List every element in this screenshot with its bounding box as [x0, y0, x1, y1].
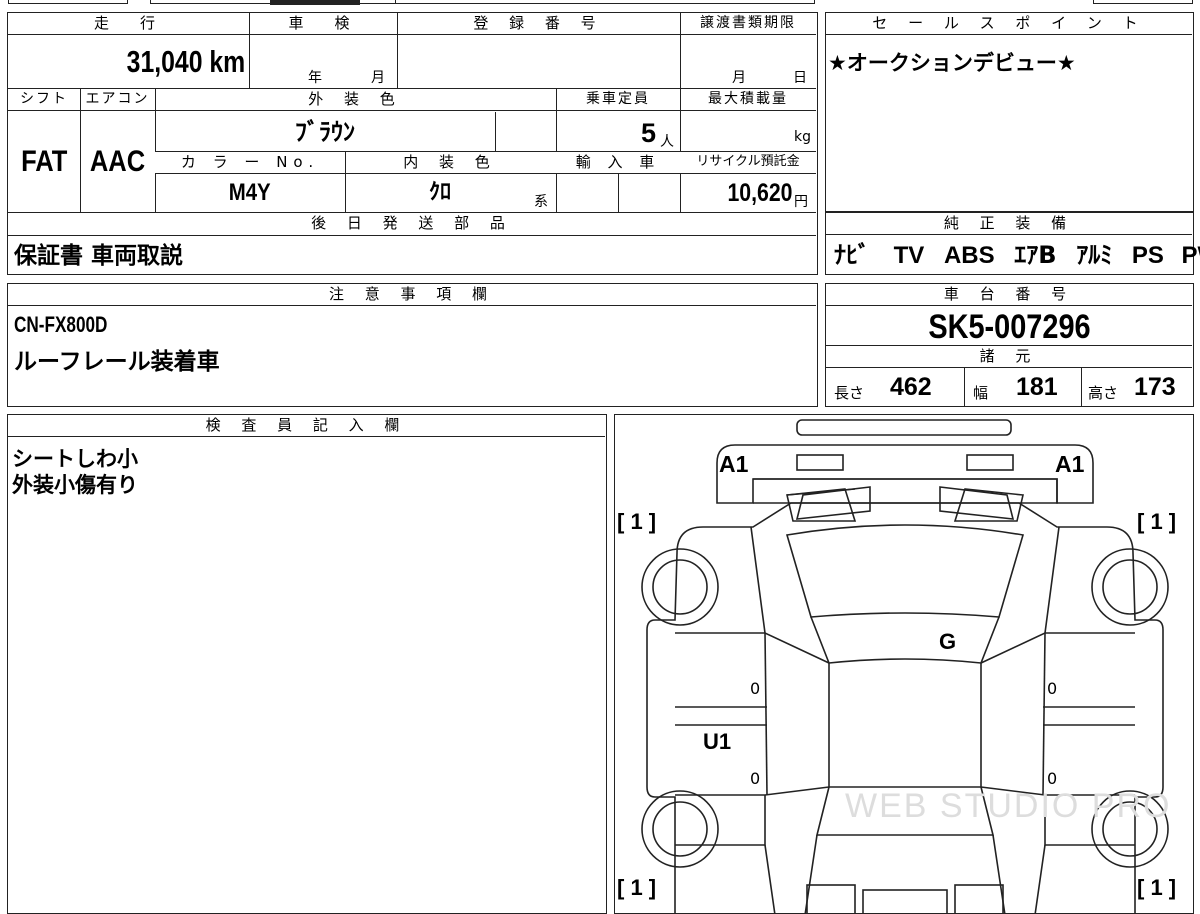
- panel-zero-mark: 0: [750, 679, 760, 698]
- shift-value: FAT: [8, 113, 80, 211]
- glass-mark: G: [939, 629, 956, 655]
- panel-zero-mark: 0: [1047, 769, 1057, 788]
- interior-color-suffix: 系: [534, 191, 548, 211]
- inspection-month-unit: 月: [371, 67, 385, 87]
- interior-color-value: ｸﾛ: [345, 175, 535, 211]
- height-value: 173: [1134, 373, 1176, 402]
- shift-header: シフト: [8, 89, 80, 111]
- inspection-header: 車 検: [249, 13, 397, 35]
- interior-color-header: 内 装 色: [345, 152, 556, 174]
- front-left-mark: A1: [719, 451, 748, 478]
- transfer-month-unit: 月: [732, 67, 746, 87]
- transfer-day-unit: 日: [793, 67, 807, 87]
- watermark: WEB STUDIO PRO: [845, 787, 1171, 826]
- exterior-color-header: 外 装 色: [155, 89, 556, 111]
- color-no-value: M4Y: [155, 175, 345, 211]
- length-value: 462: [890, 373, 932, 402]
- equipment-item: ﾅﾋﾞ: [834, 241, 870, 269]
- width-label: 幅: [973, 382, 988, 403]
- notes-line2: ルーフレール装着車: [14, 342, 220, 376]
- equipment-item: ABS: [944, 242, 995, 269]
- chassis-box: 車 台 番 号 SK5-007296 諸 元 長さ 462 幅 181 高さ 1…: [825, 283, 1194, 407]
- top-strip: [0, 0, 1200, 8]
- length-label: 長さ: [834, 382, 864, 403]
- panel-zero-mark: 0: [750, 769, 760, 788]
- left-door-mark: U1: [703, 729, 731, 755]
- sales-point-box: セ ー ル ス ポ イ ン ト ★オークションデビュー★: [825, 12, 1194, 212]
- mileage-header: 走 行: [8, 13, 249, 35]
- width-value: 181: [1016, 373, 1058, 402]
- max-load-unit: kg: [794, 129, 811, 145]
- tire-rear-right-mark: [ 1 ]: [1137, 875, 1176, 901]
- height-label: 高さ: [1088, 382, 1118, 403]
- capacity-unit: 人: [660, 131, 674, 151]
- sales-point-header: セ ー ル ス ポ イ ン ト: [826, 13, 1192, 35]
- import-header: 輸 入 車: [556, 152, 680, 174]
- notes-line1: CN-FX800D: [14, 312, 134, 338]
- tire-front-right-mark: [ 1 ]: [1137, 509, 1176, 535]
- tire-rear-left-mark: [ 1 ]: [617, 875, 656, 901]
- dimensions-header: 諸 元: [826, 346, 1192, 368]
- car-outline-diagram: [615, 415, 1194, 914]
- inspector-box: 検 査 員 記 入 欄 シートしわ小 外装小傷有り: [7, 414, 607, 914]
- color-no-header: カ ラ ー No.: [155, 152, 345, 174]
- later-parts-value: 保証書 車両取説: [14, 239, 183, 273]
- notes-header: 注 意 事 項 欄: [8, 284, 816, 306]
- transfer-deadline-header: 譲渡書類期限: [680, 13, 816, 35]
- equipment-item: TV: [894, 242, 925, 269]
- recycle-value: 10,620: [680, 175, 792, 211]
- equipment-box: 純 正 装 備 ﾅﾋﾞ TV ABS ｴｱB ｱﾙﾐ PS PW: [825, 212, 1194, 275]
- capacity-header: 乗車定員: [556, 89, 680, 111]
- recycle-unit: 円: [794, 191, 808, 211]
- registration-header: 登 録 番 号: [397, 13, 680, 35]
- spec-table: 走 行 車 検 登 録 番 号 譲渡書類期限 31,040 km 年 月 月 日…: [7, 12, 818, 275]
- equipment-item: PW: [1182, 242, 1200, 269]
- sales-point-value: ★オークションデビュー★: [828, 47, 1076, 77]
- capacity-value: 5: [556, 113, 656, 151]
- inspector-header: 検 査 員 記 入 欄: [8, 415, 605, 437]
- vehicle-diagram: A1 A1 G U1 [ 1 ] [ 1 ] [ 1 ] [ 1 ] 0 0 0…: [614, 414, 1194, 914]
- equipment-item: PS: [1132, 242, 1164, 269]
- mileage-value: 31,040 km: [8, 37, 249, 87]
- chassis-number: SK5-007296: [826, 307, 1192, 345]
- ac-header: エアコン: [80, 89, 155, 111]
- exterior-color-value: ﾌﾞﾗｳﾝ: [155, 113, 495, 151]
- equipment-item: ｴｱB: [1014, 241, 1056, 269]
- equipment-header: 純 正 装 備: [826, 213, 1192, 235]
- equipment-item: ｱﾙﾐ: [1076, 241, 1112, 269]
- max-load-header: 最大積載量: [680, 89, 816, 111]
- chassis-header: 車 台 番 号: [826, 284, 1192, 306]
- tire-front-left-mark: [ 1 ]: [617, 509, 656, 535]
- inspector-line2: 外装小傷有り: [12, 469, 138, 499]
- equipment-list: ﾅﾋﾞ TV ABS ｴｱB ｱﾙﾐ PS PW: [834, 237, 1194, 273]
- ac-value: AAC: [80, 113, 155, 211]
- inspection-year-unit: 年: [308, 67, 322, 87]
- panel-zero-mark: 0: [1047, 679, 1057, 698]
- notes-box: 注 意 事 項 欄 CN-FX800D ルーフレール装着車: [7, 283, 818, 407]
- front-right-mark: A1: [1055, 451, 1084, 478]
- later-parts-header: 後 日 発 送 部 品: [8, 213, 816, 236]
- recycle-header: リサイクル預託金: [680, 152, 816, 174]
